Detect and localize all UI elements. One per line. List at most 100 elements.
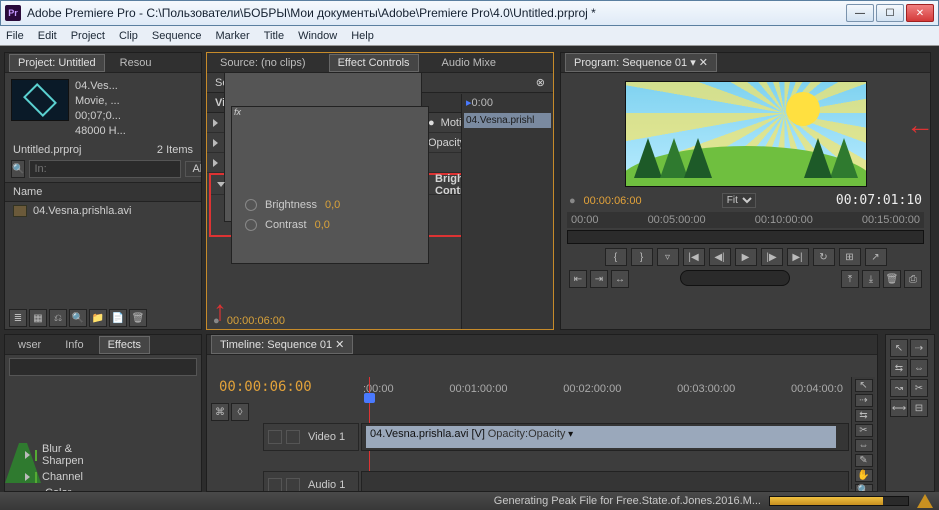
mark-in-icon[interactable]: { [605, 248, 627, 266]
program-scrubber[interactable] [567, 230, 924, 244]
loop-icon[interactable]: ↻ [813, 248, 835, 266]
tab-source[interactable]: Source: (no clips) [211, 54, 315, 72]
menu-marker[interactable]: Marker [215, 30, 249, 42]
column-name[interactable]: Name [5, 182, 201, 202]
speaker-icon[interactable] [268, 478, 282, 491]
slip-tool-icon[interactable]: ⇔ [855, 439, 873, 452]
trash-icon[interactable]: 🗑 [129, 309, 147, 327]
selection-tool-icon[interactable]: ↖ [855, 379, 873, 392]
snap-icon[interactable]: ⌘ [211, 403, 229, 421]
tab-timeline[interactable]: Timeline: Sequence 01 ✕ [211, 335, 353, 354]
close-button[interactable]: ✕ [906, 4, 934, 22]
track-select-icon[interactable]: ⇢ [910, 339, 928, 357]
timeline-ruler[interactable]: :00:0000:01:00:0000:02:00:0000:03:00:000… [357, 377, 849, 401]
tab-resource[interactable]: Resou [111, 54, 161, 72]
export-frame-icon[interactable]: ⎙ [904, 270, 922, 288]
jog-control[interactable] [680, 270, 790, 286]
brightness-value[interactable]: 0,0 [325, 199, 340, 211]
menu-title[interactable]: Title [264, 30, 284, 42]
pen-tool-icon[interactable]: ✎ [855, 454, 873, 467]
step-back-icon[interactable]: ◀| [709, 248, 731, 266]
folder-color-correction[interactable]: Color Correction [23, 485, 27, 491]
clip-thumbnail[interactable] [11, 79, 69, 121]
razor-tool-icon[interactable]: ✂ [855, 424, 873, 437]
zoom-select[interactable]: Fit [722, 193, 756, 208]
ec-timeline[interactable]: ▸0:00 04.Vesna.prishl [461, 94, 553, 329]
video-track[interactable]: 04.Vesna.prishla.avi [V] Opacity:Opacity… [361, 423, 849, 451]
output-icon[interactable]: ↗ [865, 248, 887, 266]
safe-margins-icon[interactable]: ⊞ [839, 248, 861, 266]
search-input[interactable] [29, 160, 181, 178]
selection-tool-icon[interactable]: ↖ [890, 339, 908, 357]
marker-icon[interactable]: ◊ [231, 403, 249, 421]
audio-track-header[interactable]: Audio 1 [263, 471, 359, 491]
hand-tool-icon[interactable]: ✋ [855, 469, 873, 482]
eye-icon[interactable] [268, 430, 282, 444]
folder-channel[interactable]: Channel [23, 469, 27, 485]
list-item[interactable]: 04.Vesna.prishla.avi [5, 202, 201, 220]
tab-audio-mixer[interactable]: Audio Mixe [433, 54, 505, 72]
tab-effect-controls[interactable]: Effect Controls [329, 54, 419, 72]
goto-out-icon[interactable]: ▶| [787, 248, 809, 266]
effects-search-input[interactable] [9, 358, 197, 376]
lift-icon[interactable]: ⤒ [841, 270, 859, 288]
trash-icon[interactable]: 🗑 [883, 270, 901, 288]
mark-out-icon[interactable]: } [631, 248, 653, 266]
contrast-value[interactable]: 0,0 [315, 219, 330, 231]
prev-edit-icon[interactable]: ⇤ [569, 270, 587, 288]
stopwatch-icon[interactable] [245, 199, 257, 211]
rolling-tool-icon[interactable]: ⇔ [910, 359, 928, 377]
tab-program[interactable]: Program: Sequence 01 ▾ ✕ [565, 53, 717, 72]
menu-window[interactable]: Window [298, 30, 337, 42]
play-icon[interactable]: ▶ [735, 248, 757, 266]
zoom-tool-icon[interactable]: 🔍 [855, 484, 873, 491]
track-select-icon[interactable]: ⇢ [855, 394, 873, 407]
ripple-tool-icon[interactable]: ⇆ [855, 409, 873, 422]
marker-icon[interactable]: ▿ [657, 248, 679, 266]
menu-sequence[interactable]: Sequence [152, 30, 202, 42]
tab-effects[interactable]: Effects [99, 336, 150, 354]
folder-blur[interactable]: Blur & Sharpen [23, 441, 27, 469]
list-view-icon[interactable]: ≣ [9, 309, 27, 327]
minimize-button[interactable]: — [846, 4, 874, 22]
menu-edit[interactable]: Edit [38, 30, 57, 42]
next-edit-icon[interactable]: ⇥ [590, 270, 608, 288]
find-icon[interactable]: 🔍 [69, 309, 87, 327]
lock-icon[interactable] [286, 430, 300, 444]
tab-browser[interactable]: wser [9, 336, 50, 354]
video-track-header[interactable]: Video 1 [263, 423, 359, 451]
slip-tool-icon[interactable]: ⟷ [890, 399, 908, 417]
timeline-timecode[interactable]: 00:00:06:00 [219, 379, 312, 395]
extract-icon[interactable]: ⤓ [862, 270, 880, 288]
warning-icon[interactable] [917, 494, 933, 508]
razor-tool-icon[interactable]: ✂ [910, 379, 928, 397]
audio-track[interactable] [361, 471, 849, 491]
tab-info[interactable]: Info [56, 336, 92, 354]
search-scope[interactable]: All [185, 161, 201, 177]
new-item-icon[interactable]: 📄 [109, 309, 127, 327]
slide-tool-icon[interactable]: ⊟ [910, 399, 928, 417]
menu-file[interactable]: File [6, 30, 24, 42]
stopwatch-icon[interactable] [245, 219, 257, 231]
program-current-tc[interactable]: ● 00:00:06:00 [569, 193, 642, 208]
automate-icon[interactable]: ⎌ [49, 309, 67, 327]
program-video[interactable] [625, 81, 867, 187]
ripple-tool-icon[interactable]: ⇆ [890, 359, 908, 377]
collapse-icon[interactable]: ⊗ [536, 76, 545, 89]
video-clip[interactable]: 04.Vesna.prishla.avi [V] Opacity:Opacity… [366, 426, 836, 448]
rate-tool-icon[interactable]: ↝ [890, 379, 908, 397]
play-around-icon[interactable]: ↔ [611, 270, 629, 288]
icon-view-icon[interactable]: ▦ [29, 309, 47, 327]
menu-clip[interactable]: Clip [119, 30, 138, 42]
menu-help[interactable]: Help [351, 30, 374, 42]
search-icon[interactable]: 🔍 [11, 160, 25, 178]
project-item-count: 2 Items [157, 144, 193, 156]
lock-icon[interactable] [286, 478, 300, 491]
goto-in-icon[interactable]: |◀ [683, 248, 705, 266]
step-fwd-icon[interactable]: |▶ [761, 248, 783, 266]
program-ruler[interactable]: 00:0000:05:00:0000:10:00:0000:15:00:00 [567, 212, 924, 228]
menu-project[interactable]: Project [71, 30, 105, 42]
new-bin-icon[interactable]: 📁 [89, 309, 107, 327]
maximize-button[interactable]: ☐ [876, 4, 904, 22]
tab-project[interactable]: Project: Untitled [9, 54, 105, 72]
